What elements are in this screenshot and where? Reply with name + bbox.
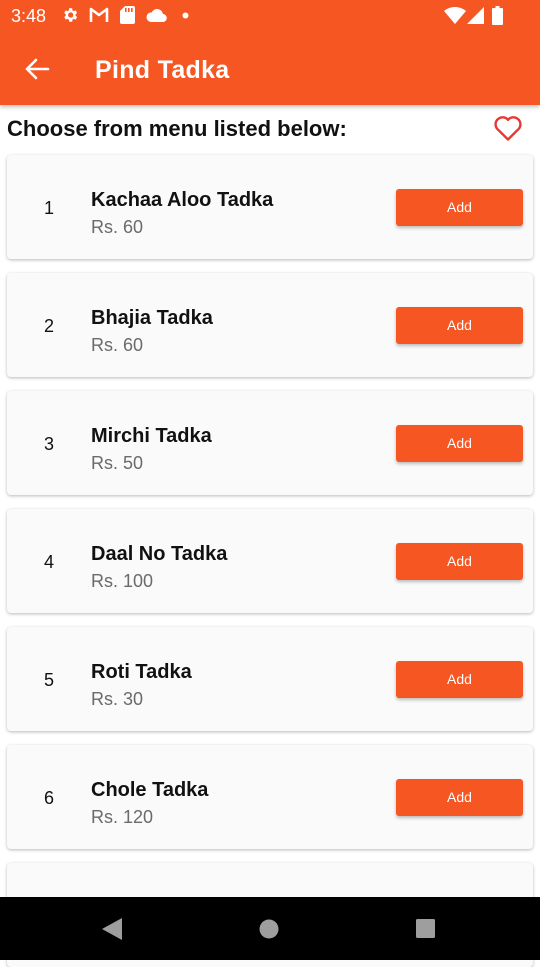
back-button[interactable] — [22, 54, 52, 84]
item-name: Bhajia Tadka — [91, 307, 213, 329]
menu-item-card: 5 Roti Tadka Rs. 30 Add — [7, 627, 533, 731]
menu-item-card: 3 Mirchi Tadka Rs. 50 Add — [7, 391, 533, 495]
app-bar: 3:48 Pind Tadka — [0, 0, 540, 105]
add-button[interactable]: Add — [396, 189, 523, 226]
system-nav-bar — [0, 897, 540, 960]
item-name: Mirchi Tadka — [91, 425, 212, 447]
item-name: Kachaa Aloo Tadka — [91, 189, 274, 211]
item-number: 5 — [44, 670, 55, 690]
item-price: Rs. 120 — [91, 807, 154, 827]
recents-square-icon[interactable] — [416, 919, 435, 938]
gear-icon — [64, 8, 78, 22]
item-price: Rs. 60 — [91, 217, 144, 237]
add-button[interactable]: Add — [396, 307, 523, 344]
item-price: Rs. 100 — [91, 571, 154, 591]
status-bar: 3:48 — [0, 0, 540, 32]
item-number: 2 — [44, 316, 55, 336]
menu-item-card: 2 Bhajia Tadka Rs. 60 Add — [7, 273, 533, 377]
back-triangle-icon[interactable] — [102, 918, 122, 940]
menu-heading: Choose from menu listed below: — [7, 116, 347, 141]
add-button[interactable]: Add — [396, 661, 523, 698]
cloud-icon — [146, 9, 167, 22]
add-button[interactable]: Add — [396, 779, 523, 816]
status-time: 3:48 — [11, 6, 47, 26]
signal-icon — [467, 7, 484, 24]
menu-item-card: 6 Chole Tadka Rs. 120 Add — [7, 745, 533, 849]
sd-card-icon — [120, 6, 135, 24]
item-price: Rs. 50 — [91, 453, 144, 473]
item-name: Daal No Tadka — [91, 543, 228, 565]
add-button[interactable]: Add — [396, 425, 523, 462]
heart-outline-icon[interactable] — [493, 114, 523, 142]
wifi-icon — [444, 7, 466, 24]
home-circle-icon[interactable] — [259, 919, 279, 939]
item-number: 6 — [44, 788, 55, 808]
add-button[interactable]: Add — [396, 543, 523, 580]
menu-item-card: 1 Kachaa Aloo Tadka Rs. 60 Add — [7, 155, 533, 259]
item-price: Rs. 30 — [91, 689, 144, 709]
item-name: Roti Tadka — [91, 661, 192, 683]
item-number: 4 — [44, 552, 55, 572]
page-title: Pind Tadka — [95, 56, 230, 84]
item-price: Rs. 60 — [91, 335, 144, 355]
item-number: 3 — [44, 434, 55, 454]
arrow-left-icon — [25, 58, 50, 80]
battery-icon — [492, 6, 503, 25]
gmail-icon — [89, 7, 109, 22]
dot-icon — [182, 12, 189, 19]
menu-item-card: 4 Daal No Tadka Rs. 100 Add — [7, 509, 533, 613]
item-number: 1 — [44, 198, 55, 218]
item-name: Chole Tadka — [91, 779, 209, 801]
